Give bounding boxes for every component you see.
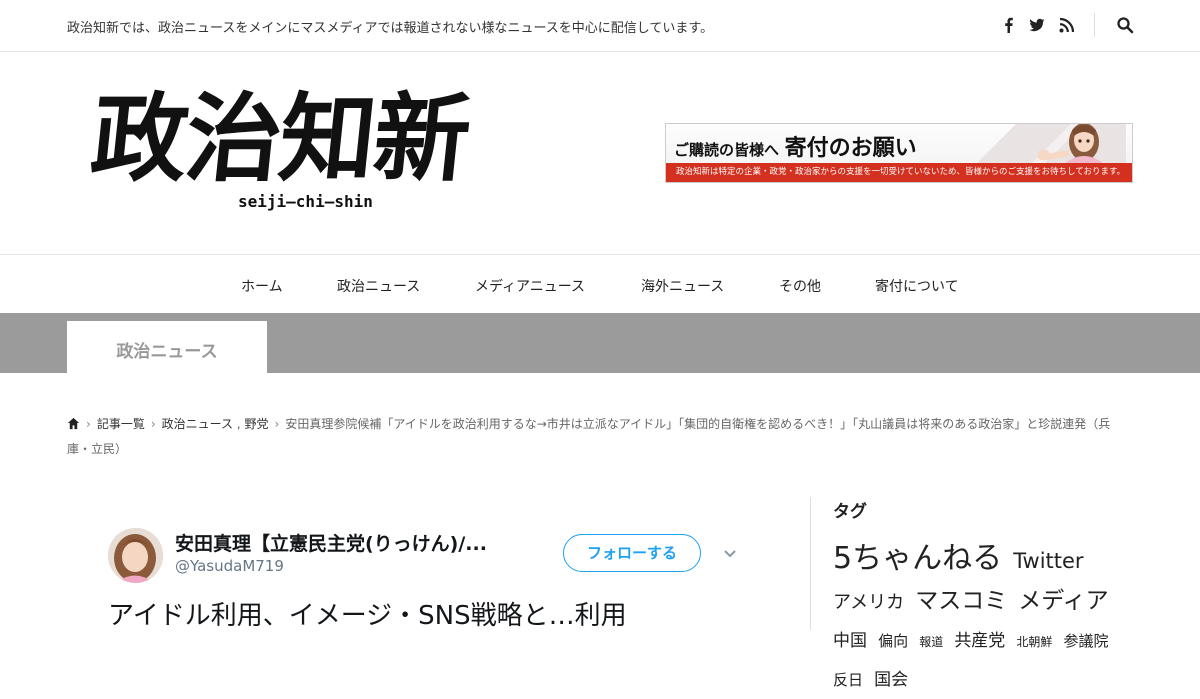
- tag-link[interactable]: 5ちゃんねる: [833, 541, 1002, 576]
- tag-link[interactable]: メディア: [1018, 588, 1108, 614]
- embedded-tweet: 安田真理【立憲民主党(りっけん)/... @YasudaM719 フォローする …: [108, 525, 748, 631]
- banner-note: 政治知新は特定の企業・政党・政治家からの支援を一切受けていないため、皆様からのご…: [666, 163, 1132, 182]
- chevron-right-icon: ›: [150, 417, 156, 431]
- category-title: 政治ニュース: [116, 342, 218, 362]
- tweet-author-name[interactable]: 安田真理【立憲民主党(りっけん)/...: [175, 529, 487, 556]
- banner-illustration: [976, 124, 1126, 164]
- search-icon[interactable]: [1116, 16, 1134, 34]
- category-tab: 政治ニュース: [67, 321, 267, 373]
- nav-item-world-news[interactable]: 海外ニュース: [641, 276, 724, 296]
- global-nav: ホーム 政治ニュース メディアニュース 海外ニュース その他 寄付について: [0, 254, 1200, 314]
- twitter-icon[interactable]: [1028, 16, 1046, 34]
- avatar[interactable]: [108, 528, 163, 583]
- logo-subtext: seiji—chi—shin: [238, 192, 373, 211]
- nav-item-media-news[interactable]: メディアニュース: [475, 276, 585, 296]
- header-divider: [1094, 13, 1095, 37]
- nav-item-home[interactable]: ホーム: [241, 276, 283, 296]
- tweet-text: アイドル利用、イメージ・SNS戦略と…利用: [108, 601, 627, 631]
- chevron-right-icon: ›: [274, 417, 280, 431]
- breadcrumb-articles[interactable]: 記事一覧: [97, 417, 145, 431]
- tag-link[interactable]: 偏向: [878, 632, 908, 650]
- tag-link[interactable]: 中国: [833, 631, 867, 651]
- nav-item-politics-news[interactable]: 政治ニュース: [337, 276, 420, 296]
- tag-link[interactable]: 共産党: [954, 631, 1005, 651]
- banner-headline-group: ご購読の皆様へ 寄付のお願い: [674, 130, 917, 162]
- site-logo[interactable]: 政治知新 seiji—chi—shin: [86, 82, 510, 214]
- chevron-down-icon[interactable]: [722, 545, 738, 561]
- follow-button[interactable]: フォローする: [563, 534, 701, 572]
- nav-item-other[interactable]: その他: [779, 276, 821, 296]
- rss-icon[interactable]: [1058, 16, 1076, 34]
- sidebar-tags-title: タグ: [833, 502, 867, 522]
- banner-headline: 寄付のお願い: [784, 135, 917, 161]
- site-tagline: 政治知新では、政治ニュースをメインにマスメディアでは報道されない様なニュースを中…: [67, 21, 714, 36]
- chevron-right-icon: ›: [86, 417, 91, 431]
- tag-link[interactable]: 北朝鮮: [1016, 635, 1052, 649]
- top-bar: 政治知新では、政治ニュースをメインにマスメディアでは報道されない様なニュースを中…: [0, 0, 1200, 52]
- donation-banner[interactable]: ご購読の皆様へ 寄付のお願い 政治知新は特定の企業・政党・政治家からの支援を一切…: [665, 123, 1133, 183]
- tag-link[interactable]: マスコミ: [915, 588, 1007, 614]
- breadcrumb: › 記事一覧 › 政治ニュース , 野党 › 安田真理参院候補「アイドルを政治利用するな→…: [67, 413, 1133, 461]
- breadcrumb-category-separator: ,: [233, 417, 245, 431]
- nav-item-donation[interactable]: 寄付について: [875, 276, 959, 296]
- breadcrumb-subcategory[interactable]: 野党: [245, 417, 269, 431]
- tag-link[interactable]: 報道: [919, 635, 943, 649]
- logo-text: 政治知新: [86, 82, 474, 195]
- facebook-icon[interactable]: [1000, 16, 1018, 34]
- tag-link[interactable]: Twitter: [1013, 549, 1083, 573]
- tweet-author-handle[interactable]: @YasudaM719: [175, 557, 284, 575]
- banner-lead: ご購読の皆様へ: [674, 141, 780, 159]
- breadcrumb-category[interactable]: 政治ニュース: [162, 417, 233, 431]
- tag-cloud: 5ちゃんねる Twitter アメリカ マスコミ メディア 中国 偏向 報道 共…: [833, 540, 1133, 699]
- tag-link[interactable]: 反日: [833, 671, 863, 689]
- sidebar-divider: [810, 497, 811, 630]
- tag-link[interactable]: 国会: [874, 670, 908, 690]
- home-icon[interactable]: [67, 415, 80, 438]
- tag-link[interactable]: 参議院: [1064, 632, 1109, 650]
- tag-link[interactable]: アメリカ: [833, 592, 904, 613]
